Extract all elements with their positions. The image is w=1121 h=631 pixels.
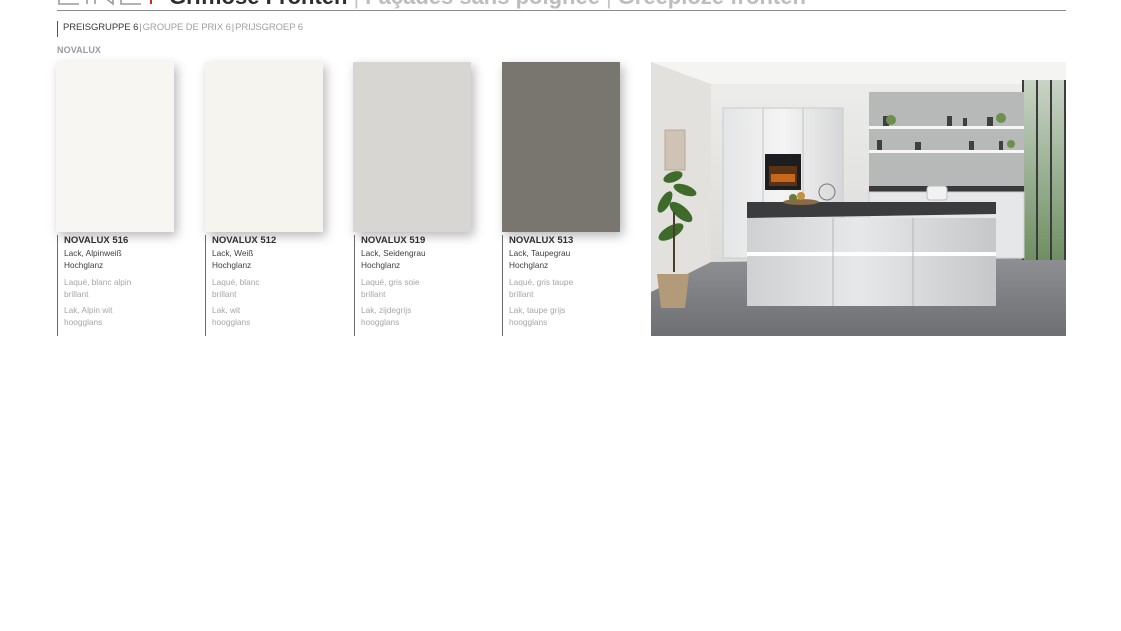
title-separator: | xyxy=(606,0,612,9)
swatch-finish-nl: hoogglans xyxy=(361,317,400,327)
kitchen-photo xyxy=(651,62,1066,336)
header-title: Grifflose Fronten | Façades sans poignée | G… xyxy=(169,0,806,9)
title-de: Grifflose Fronten xyxy=(169,0,347,9)
swatch-name-de: Lack, Taupegrau xyxy=(509,248,571,258)
swatch-512[interactable] xyxy=(205,62,323,232)
swatch-name-fr: Laqué, gris soie xyxy=(361,277,420,287)
swatch-code: NOVALUX 516 xyxy=(64,235,129,246)
title-fr: Façades sans poignée xyxy=(365,0,600,9)
swatch-finish-nl: hoogglans xyxy=(509,317,548,327)
swatch-code: NOVALUX 513 xyxy=(509,235,574,246)
swatch-caption-513: NOVALUX 513 Lack, Taupegrau Hochglanz La… xyxy=(502,235,622,336)
brand-logo xyxy=(58,0,152,6)
swatch-finish-de: Hochglanz xyxy=(64,260,104,270)
swatch-finish-de: Hochglanz xyxy=(509,260,549,270)
price-group: PREISGRUPPE 6|GROUPE DE PRIX 6|PRIJSGROE… xyxy=(57,21,303,37)
swatch-name-nl: Lak, wit xyxy=(212,305,241,315)
swatch-code: NOVALUX 519 xyxy=(361,235,426,246)
swatch-finish-fr: brillant xyxy=(509,289,534,299)
swatch-name-nl: Lak, zijdegrijs xyxy=(361,305,412,315)
price-group-separator: | xyxy=(139,22,142,33)
swatch-finish-fr: brillant xyxy=(212,289,237,299)
product-line-label: NOVALUX xyxy=(57,45,102,55)
swatch-caption-516: NOVALUX 516 Lack, Alpinweiß Hochglanz La… xyxy=(57,235,177,336)
swatch-caption-519: NOVALUX 519 Lack, Seidengrau Hochglanz L… xyxy=(354,235,474,336)
swatch-caption-512: NOVALUX 512 Lack, Weiß Hochglanz Laqué, … xyxy=(205,235,325,336)
price-group-separator: | xyxy=(231,22,235,33)
price-group-fr: GROUPE DE PRIX 6 xyxy=(142,22,231,33)
swatch-519[interactable] xyxy=(353,62,471,232)
swatch-name-fr: Laqué, blanc alpin xyxy=(64,277,132,287)
swatch-finish-fr: brillant xyxy=(361,289,386,299)
price-group-nl: PRIJSGROEP 6 xyxy=(235,22,303,33)
swatch-516[interactable] xyxy=(56,62,174,232)
swatch-finish-de: Hochglanz xyxy=(212,260,252,270)
swatch-name-nl: Lak, Alpin wit xyxy=(64,305,113,315)
swatch-name-fr: Laqué, blanc xyxy=(212,277,260,287)
swatch-finish-de: Hochglanz xyxy=(361,260,401,270)
swatch-513[interactable] xyxy=(502,62,620,232)
price-group-de: PREISGRUPPE 6 xyxy=(63,22,139,33)
swatch-code: NOVALUX 512 xyxy=(212,235,277,246)
swatch-finish-nl: hoogglans xyxy=(212,317,251,327)
swatch-name-de: Lack, Weiß xyxy=(212,248,254,258)
swatch-finish-fr: brillant xyxy=(64,289,89,299)
title-nl: Greeploze fronten xyxy=(618,0,806,9)
swatch-name-de: Lack, Seidengrau xyxy=(361,248,426,258)
title-separator: | xyxy=(353,0,359,9)
page-header: Grifflose Fronten | Façades sans poignée | G… xyxy=(57,0,1066,11)
swatch-name-fr: Laqué, gris taupe xyxy=(509,277,574,287)
swatch-finish-nl: hoogglans xyxy=(64,317,103,327)
swatch-name-nl: Lak, taupe grijs xyxy=(509,305,566,315)
swatch-name-de: Lack, Alpinweiß xyxy=(64,248,122,258)
